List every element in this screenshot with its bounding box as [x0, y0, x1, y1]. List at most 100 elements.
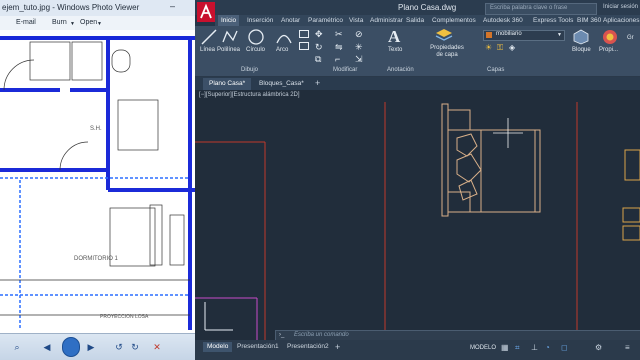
command-input[interactable]: Escriba un comando [294, 332, 349, 338]
autocad-titlebar: Plano Casa.dwg Escriba palabra clave o f… [195, 0, 640, 22]
move-icon[interactable]: ✥ [315, 29, 323, 40]
delete-icon[interactable]: ✕ [150, 340, 164, 354]
photo-viewer-window: ejem_tuto.jpg - Windows Photo Viewer – E… [0, 0, 195, 360]
tab-vista[interactable]: Vista [349, 15, 363, 26]
polar-icon[interactable]: ◔ [545, 343, 550, 352]
tab-inicio[interactable]: Inicio [218, 15, 240, 26]
tab-administrar[interactable]: Administrar [370, 15, 403, 26]
login-link[interactable]: Iniciar sesión [603, 4, 638, 10]
group-label[interactable]: Gr [627, 35, 634, 41]
fillet-icon[interactable]: ⌐ [335, 54, 340, 64]
copy-icon[interactable]: ⧉ [315, 54, 321, 65]
menu-burn[interactable]: Burn [52, 19, 67, 26]
osnap-icon[interactable]: ◻ [561, 343, 568, 352]
tab-express-tools[interactable]: Express Tools [533, 15, 573, 26]
command-icon: ›_ [279, 332, 285, 338]
next-icon[interactable]: ▶ [84, 340, 98, 354]
tab-salida[interactable]: Salida [406, 15, 424, 26]
arc-tool-icon[interactable] [275, 28, 293, 46]
autocad-logo-icon[interactable] [197, 2, 215, 22]
tab-parametrico[interactable]: Paramétrico [308, 15, 343, 26]
layout-tab-presentacion1[interactable]: Presentación1 [233, 342, 283, 352]
mirror-icon[interactable]: ⇋ [335, 42, 343, 53]
properties-label[interactable]: Propi... [599, 47, 618, 53]
slideshow-button[interactable] [62, 337, 80, 357]
plan-room-label: DORMITORIO 1 [74, 256, 119, 262]
polyline-tool-icon[interactable] [221, 28, 239, 46]
panel-dibujo[interactable]: Dibujo [241, 67, 258, 76]
layer-color-swatch [486, 32, 492, 38]
rotate-right-icon[interactable]: ↻ [128, 340, 142, 354]
hatch-icon[interactable] [299, 42, 309, 50]
layer-properties-icon[interactable] [435, 28, 453, 44]
chevron-down-icon: ▼ [557, 32, 562, 38]
doc-tab-bloques-casa[interactable]: Bloques_Casa* [253, 78, 310, 90]
plan-projection-label: PROYECCION LOSA [100, 314, 149, 320]
layer-dropdown[interactable]: mobiliario ▼ [483, 30, 565, 41]
drawing-canvas[interactable] [195, 90, 640, 340]
rotate-left-icon[interactable]: ↺ [112, 340, 126, 354]
layout-tab-modelo[interactable]: Modelo [203, 342, 233, 352]
text-tool-label[interactable]: Texto [388, 47, 402, 53]
properties-icon[interactable] [602, 29, 618, 45]
trim-icon[interactable]: ✂ [335, 29, 343, 40]
block-label[interactable]: Bloque [572, 47, 591, 53]
erase-icon[interactable]: ⊘ [355, 29, 363, 40]
rectangle-icon[interactable] [299, 30, 309, 38]
zoom-icon[interactable]: ⌕ [10, 340, 24, 354]
circle-tool-label[interactable]: Círculo [246, 47, 265, 53]
grid-icon[interactable]: ▦ [501, 343, 509, 352]
menu-open[interactable]: Open [80, 19, 97, 26]
new-tab-icon[interactable]: + [315, 78, 320, 88]
arc-tool-label[interactable]: Arco [276, 47, 288, 53]
circle-tool-icon[interactable] [247, 28, 265, 46]
workspace-icon[interactable]: ⚙ [595, 343, 602, 352]
layer-isolate-icon[interactable]: ◈ [509, 43, 515, 52]
chevron-down-icon[interactable]: ▼ [97, 21, 102, 27]
tab-autodesk-360[interactable]: Autodesk 360 [483, 15, 523, 26]
doc-tab-plano-casa[interactable]: Plano Casa* [203, 78, 252, 90]
ribbon-tabs: Inicio Inserción Anotar Paramétrico Vist… [215, 15, 640, 26]
ucs-icon [204, 302, 233, 331]
line-tool-icon[interactable] [200, 28, 218, 46]
tab-anotar[interactable]: Anotar [281, 15, 300, 26]
menu-icon[interactable]: ≡ [625, 343, 630, 352]
panel-modificar[interactable]: Modificar [333, 67, 357, 76]
plan-bath-label: S.H. [90, 126, 102, 132]
block-icon[interactable] [573, 29, 589, 45]
floor-plan-drawing: DORMITORIO 1 S.H. PROYECCION LOSA [0, 36, 195, 330]
furniture-block-right[interactable] [622, 149, 640, 241]
previous-icon[interactable]: ◀ [40, 340, 54, 354]
status-bar: Modelo Presentación1 Presentación2 + MOD… [195, 340, 640, 360]
chevron-down-icon[interactable]: ▼ [70, 21, 75, 27]
drawing-viewport[interactable]: [−][Superior][Estructura alámbrica 2D] [195, 90, 640, 340]
photo-viewer-titlebar: ejem_tuto.jpg - Windows Photo Viewer – [0, 0, 195, 16]
panel-anotacion[interactable]: Anotación [387, 67, 414, 76]
model-space-toggle[interactable]: MODELO [470, 345, 496, 351]
add-layout-icon[interactable]: + [335, 342, 340, 352]
search-input[interactable]: Escriba palabra clave o frase [485, 3, 597, 15]
stretch-icon[interactable]: ⇲ [355, 54, 363, 65]
photo-viewer-menubar: E-mail Burn ▼ Open ▼ [0, 16, 195, 31]
crosshair-cursor [493, 118, 523, 148]
tab-complementos[interactable]: Complementos [432, 15, 476, 26]
panel-capas[interactable]: Capas [487, 67, 504, 76]
minimize-icon[interactable]: – [170, 1, 175, 11]
snap-icon[interactable]: ⌗ [515, 343, 520, 353]
rotate-icon[interactable]: ↻ [315, 42, 323, 53]
layer-properties-label[interactable]: Propiedades de capa [427, 45, 467, 59]
tab-bim-360[interactable]: BIM 360 [577, 15, 601, 26]
ortho-icon[interactable]: ⊥ [531, 343, 538, 352]
explode-icon[interactable]: ✳ [355, 42, 363, 53]
layout-tab-presentacion2[interactable]: Presentación2 [283, 342, 333, 352]
line-tool-label[interactable]: Línea [200, 47, 215, 53]
text-tool-icon[interactable]: A [388, 27, 400, 47]
layer-freeze-icon[interactable]: ☀ [485, 43, 492, 52]
tab-aplicaciones[interactable]: Aplicaciones [603, 15, 640, 26]
polyline-tool-label[interactable]: Polilínea [217, 47, 240, 53]
layer-lock-icon[interactable]: ⚿ [497, 43, 503, 53]
layer-name: mobiliario [496, 31, 522, 37]
bed-block[interactable] [441, 103, 541, 217]
menu-email[interactable]: E-mail [16, 19, 36, 26]
tab-insercion[interactable]: Inserción [247, 15, 273, 26]
